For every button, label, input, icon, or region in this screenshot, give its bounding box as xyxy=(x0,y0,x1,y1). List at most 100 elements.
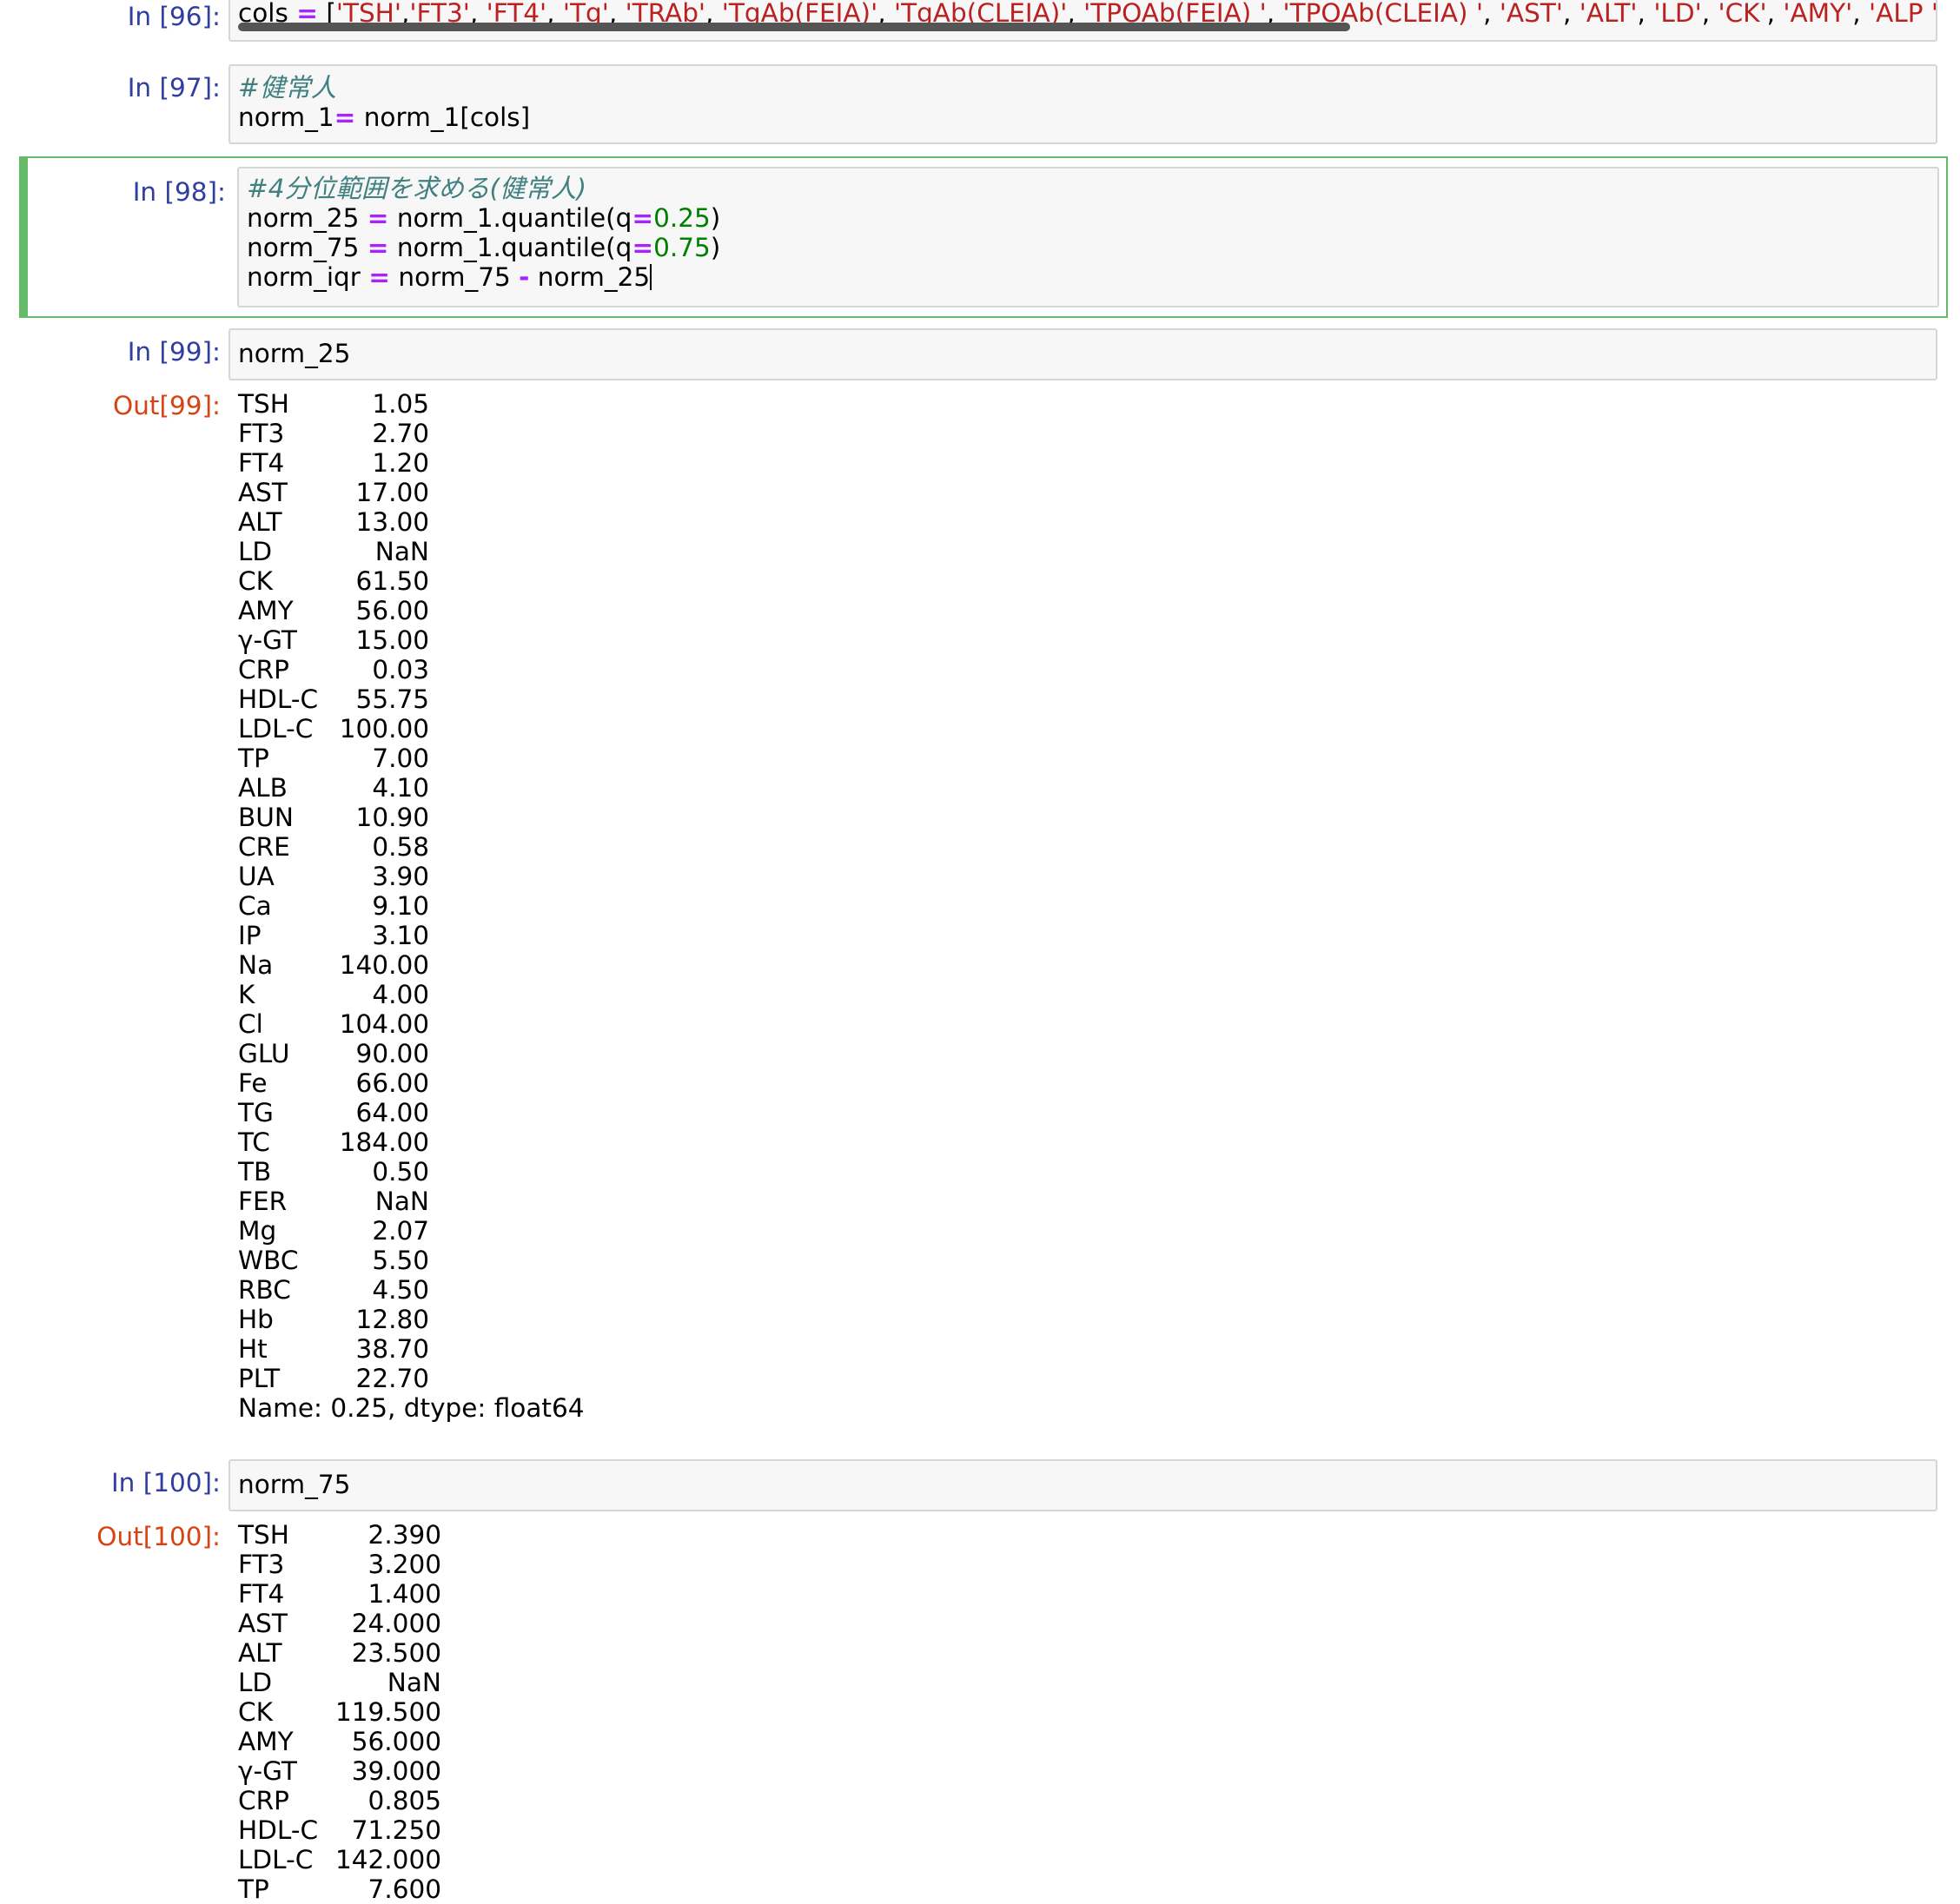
series-index-label: Na xyxy=(238,950,274,980)
series-row: TB 0.50 xyxy=(238,1157,429,1187)
series-index-label: TP xyxy=(238,1874,269,1904)
code-number: 0.25 xyxy=(653,203,711,233)
series-index-label: ALT xyxy=(238,507,282,537)
code-token: norm_1.quantile(q xyxy=(388,233,632,262)
input-prompt: In [100]: xyxy=(110,1468,221,1497)
series-value: 140.00 xyxy=(339,950,429,980)
series-index-label: LDL-C xyxy=(238,1845,314,1874)
code-string: 'ALP ' xyxy=(1869,0,1937,28)
series-index-label: FT3 xyxy=(238,1550,285,1579)
output-prompt: Out[99]: xyxy=(113,391,221,420)
series-row: RBC 4.50 xyxy=(238,1275,429,1305)
series-row: TG 64.00 xyxy=(238,1098,429,1127)
series-row: FT3 2.70 xyxy=(238,419,429,448)
series-row: AMY 56.000 xyxy=(238,1727,441,1756)
series-index-label: CRP xyxy=(238,655,289,684)
series-value: 4.50 xyxy=(372,1275,429,1305)
series-row: Ca 9.10 xyxy=(238,891,429,921)
series-index-label: TSH xyxy=(238,1520,289,1550)
series-index-label: FT3 xyxy=(238,419,285,448)
code-line: norm_25 = norm_1.quantile(q=0.25) xyxy=(247,203,720,233)
series-value: 17.00 xyxy=(355,478,429,507)
series-row: CK 61.50 xyxy=(238,566,429,596)
code-editor[interactable]: norm_25 xyxy=(228,328,1937,380)
series-value: 22.70 xyxy=(355,1364,429,1393)
code-operator: = xyxy=(367,233,389,262)
series-index-label: LD xyxy=(238,1668,273,1697)
series-value: 9.10 xyxy=(372,891,429,921)
series-row: GLU 90.00 xyxy=(238,1039,429,1068)
series-index-label: γ-GT xyxy=(238,625,297,655)
output-cell-99: Out[99]: TSH 1.05 FT3 2.70 FT4 1.20 AST 17.00 AL… xyxy=(0,389,1960,1449)
series-row: ALB 4.10 xyxy=(238,773,429,803)
code-number: 0.75 xyxy=(653,233,711,262)
series-value: 100.00 xyxy=(339,714,429,744)
series-row: γ-GT 15.00 xyxy=(238,625,429,655)
series-row: FT4 1.20 xyxy=(238,448,429,478)
series-value: 13.00 xyxy=(355,507,429,537)
horizontal-scrollbar[interactable] xyxy=(238,23,1350,31)
series-row: ALT 13.00 xyxy=(238,507,429,537)
code-cell-100[interactable]: In [100]: norm_75 xyxy=(0,1454,1960,1515)
code-token: norm_25 xyxy=(529,262,651,292)
series-row: Cl 104.00 xyxy=(238,1009,429,1039)
code-string: 'LD' xyxy=(1653,0,1702,28)
code-line: norm_1= norm_1[cols] xyxy=(238,102,530,132)
code-operator: = xyxy=(368,262,390,292)
series-row: Fe 66.00 xyxy=(238,1068,429,1098)
code-editor[interactable]: #4分位範囲を求める(健常人) norm_25 = norm_1.quantil… xyxy=(237,167,1939,307)
series-row: Ht 38.70 xyxy=(238,1334,429,1364)
series-value: 3.200 xyxy=(368,1550,441,1579)
series-value: 0.58 xyxy=(372,832,429,862)
input-prompt: In [96]: xyxy=(127,2,221,31)
series-value: NaN xyxy=(374,537,429,566)
series-row: AST 17.00 xyxy=(238,478,429,507)
series-value: 64.00 xyxy=(355,1098,429,1127)
code-cell-96[interactable]: In [96]: cols = ['TSH','FT3', 'FT4', 'Tg… xyxy=(0,0,1960,52)
series-index-label: BUN xyxy=(238,803,294,832)
code-line: #4分位範囲を求める(健常人) xyxy=(247,174,586,203)
series-index-label: TC xyxy=(238,1127,270,1157)
series-row: HDL-C 55.75 xyxy=(238,684,429,714)
series-index-label: LD xyxy=(238,537,273,566)
code-cell-97[interactable]: In [97]: #健常人 norm_1= norm_1[cols] xyxy=(0,56,1960,151)
code-cell-99[interactable]: In [99]: norm_25 xyxy=(0,323,1960,384)
series-row: CK 119.500 xyxy=(238,1697,441,1727)
series-row: LD NaN xyxy=(238,1668,441,1697)
code-token: , xyxy=(1637,0,1654,28)
series-value: 4.10 xyxy=(372,773,429,803)
code-string: 'AST' xyxy=(1499,0,1563,28)
series-row: AMY 56.00 xyxy=(238,596,429,625)
code-cell-98-selected[interactable]: In [98]: #4分位範囲を求める(健常人) norm_25 = norm_… xyxy=(19,156,1948,318)
series-value: 10.90 xyxy=(355,803,429,832)
series-value: 119.500 xyxy=(335,1697,441,1727)
series-value: 104.00 xyxy=(339,1009,429,1039)
series-row: TP 7.00 xyxy=(238,744,429,773)
text-cursor xyxy=(650,264,652,290)
series-footer: Name: 0.25, dtype: float64 xyxy=(238,1393,585,1423)
code-operator: - xyxy=(519,262,530,292)
series-row: CRE 0.58 xyxy=(238,832,429,862)
code-token: ) xyxy=(710,233,721,262)
series-index-label: HDL-C xyxy=(238,1815,319,1845)
code-token: norm_1 xyxy=(238,102,334,132)
code-editor[interactable]: norm_75 xyxy=(228,1459,1937,1511)
series-value: 2.390 xyxy=(368,1520,441,1550)
series-row: LD NaN xyxy=(238,537,429,566)
code-token: norm_75 xyxy=(247,233,368,262)
series-index-label: GLU xyxy=(238,1039,290,1068)
code-token: norm_25 xyxy=(247,203,368,233)
series-index-label: Ca xyxy=(238,891,272,921)
code-editor[interactable]: #健常人 norm_1= norm_1[cols] xyxy=(228,64,1937,144)
series-row: CRP 0.805 xyxy=(238,1786,441,1815)
series-row: AST 24.000 xyxy=(238,1609,441,1638)
series-index-label: Cl xyxy=(238,1009,263,1039)
code-token: , xyxy=(1766,0,1784,28)
series-index-label: RBC xyxy=(238,1275,291,1305)
series-index-label: ALB xyxy=(238,773,288,803)
series-row: TP 7.600 xyxy=(238,1874,441,1904)
code-editor[interactable]: cols = ['TSH','FT3', 'FT4', 'Tg', 'TRAb'… xyxy=(228,0,1937,42)
series-index-label: AMY xyxy=(238,596,294,625)
series-value: 61.50 xyxy=(355,566,429,596)
series-row: LDL-C 142.000 xyxy=(238,1845,441,1874)
